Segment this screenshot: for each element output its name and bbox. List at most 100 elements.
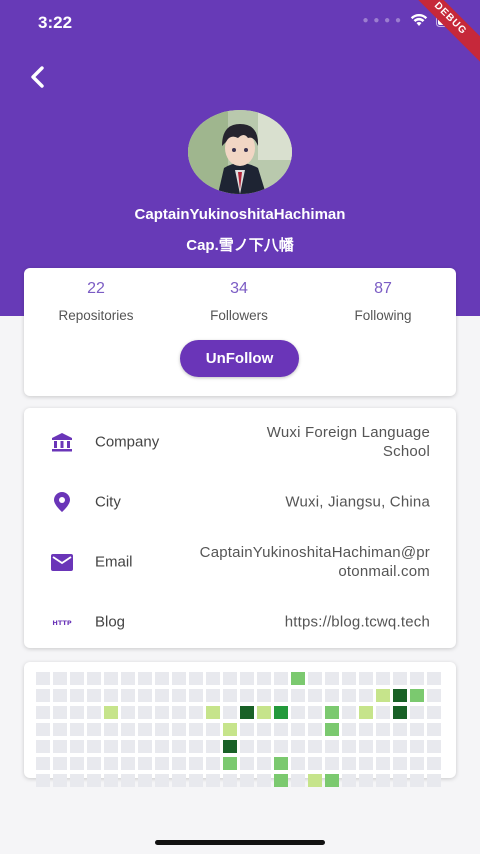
contribution-cell (223, 723, 237, 736)
contribution-cell (359, 774, 373, 787)
contribution-cell (104, 757, 118, 770)
contribution-cell (257, 706, 271, 719)
contribution-cell (308, 740, 322, 753)
contribution-cell (257, 740, 271, 753)
contribution-cell (70, 723, 84, 736)
contribution-cell (70, 706, 84, 719)
contribution-cell (206, 740, 220, 753)
contribution-cell (189, 706, 203, 719)
contribution-cell (393, 740, 407, 753)
contribution-cell (172, 740, 186, 753)
contribution-cell (393, 672, 407, 685)
contribution-cell (376, 723, 390, 736)
contribution-cell (410, 672, 424, 685)
contribution-cell (359, 740, 373, 753)
company-label: Company (95, 433, 160, 451)
contribution-cell (70, 689, 84, 702)
contribution-cell (87, 723, 101, 736)
contribution-cell (427, 706, 441, 719)
contribution-cell (206, 689, 220, 702)
contribution-cell (342, 672, 356, 685)
repositories-label: Repositories (58, 308, 134, 323)
stat-followers[interactable]: 34 Followers (169, 280, 309, 323)
stat-following[interactable]: 87 Following (313, 280, 453, 323)
contribution-cell (410, 706, 424, 719)
contribution-cell (138, 740, 152, 753)
city-label: City (95, 493, 121, 511)
contribution-cell (291, 740, 305, 753)
contribution-cell (359, 672, 373, 685)
contribution-cell (240, 672, 254, 685)
chevron-left-icon (31, 66, 44, 88)
contribution-cell (376, 774, 390, 787)
contribution-cell (308, 706, 322, 719)
contribution-cell (104, 689, 118, 702)
contribution-cell (172, 774, 186, 787)
blog-label: Blog (95, 613, 126, 631)
contribution-cell (121, 706, 135, 719)
contribution-cell (291, 672, 305, 685)
email-row[interactable]: Email CaptainYukinoshitaHachiman@pr oton… (24, 532, 456, 592)
email-value-line-2: otonmail.com (338, 563, 430, 580)
nickname: Cap.雪ノ下八幡 (186, 237, 294, 254)
stat-repositories[interactable]: 22 Repositories (26, 280, 166, 323)
contribution-cell (376, 672, 390, 685)
contribution-cell (376, 740, 390, 753)
followers-label: Followers (210, 308, 268, 323)
unfollow-button[interactable]: UnFollow (180, 340, 299, 377)
contribution-cell (121, 689, 135, 702)
contribution-cell (325, 774, 339, 787)
contribution-cell (376, 689, 390, 702)
contribution-cell (70, 740, 84, 753)
contribution-cell (427, 740, 441, 753)
contribution-cell (155, 723, 169, 736)
contribution-cell (87, 706, 101, 719)
contribution-cell (206, 706, 220, 719)
contribution-cell (291, 774, 305, 787)
followers-count: 34 (230, 280, 248, 297)
contribution-cell (104, 774, 118, 787)
contribution-cell (189, 757, 203, 770)
contribution-cell (223, 740, 237, 753)
contribution-cell (155, 689, 169, 702)
contribution-cell (274, 774, 288, 787)
contribution-cell (223, 757, 237, 770)
contribution-cell (53, 757, 67, 770)
blog-link[interactable]: https://blog.tcwq.tech (285, 613, 430, 632)
contribution-cell (172, 689, 186, 702)
contribution-cell (274, 757, 288, 770)
company-value: Wuxi Foreign Language School (267, 423, 430, 461)
contribution-cell (325, 706, 339, 719)
contribution-cell (155, 706, 169, 719)
blog-row[interactable]: HTTP Blog https://blog.tcwq.tech (24, 592, 456, 652)
contribution-cell (257, 774, 271, 787)
contribution-cell (257, 689, 271, 702)
contribution-cell (53, 706, 67, 719)
bank-icon (50, 430, 74, 454)
contribution-graph (24, 662, 456, 787)
contribution-cell (393, 706, 407, 719)
contribution-cell (53, 672, 67, 685)
contribution-cell (121, 774, 135, 787)
back-button[interactable] (22, 62, 52, 92)
contribution-cell (257, 672, 271, 685)
contribution-cell (308, 672, 322, 685)
contribution-cell (87, 740, 101, 753)
contribution-cell (36, 774, 50, 787)
email-value[interactable]: CaptainYukinoshitaHachiman@pr otonmail.c… (200, 543, 430, 581)
contribution-cell (36, 706, 50, 719)
contribution-cell (70, 757, 84, 770)
wifi-icon (410, 14, 428, 26)
contribution-cell (121, 672, 135, 685)
contribution-cell (308, 774, 322, 787)
contribution-cell (223, 774, 237, 787)
home-indicator (155, 840, 325, 845)
http-icon: HTTP (50, 610, 74, 634)
contribution-cell (36, 689, 50, 702)
contribution-cell (172, 723, 186, 736)
contribution-cell (240, 706, 254, 719)
contribution-cell (189, 740, 203, 753)
contribution-cell (138, 757, 152, 770)
following-label: Following (354, 308, 412, 323)
email-icon (50, 550, 74, 574)
